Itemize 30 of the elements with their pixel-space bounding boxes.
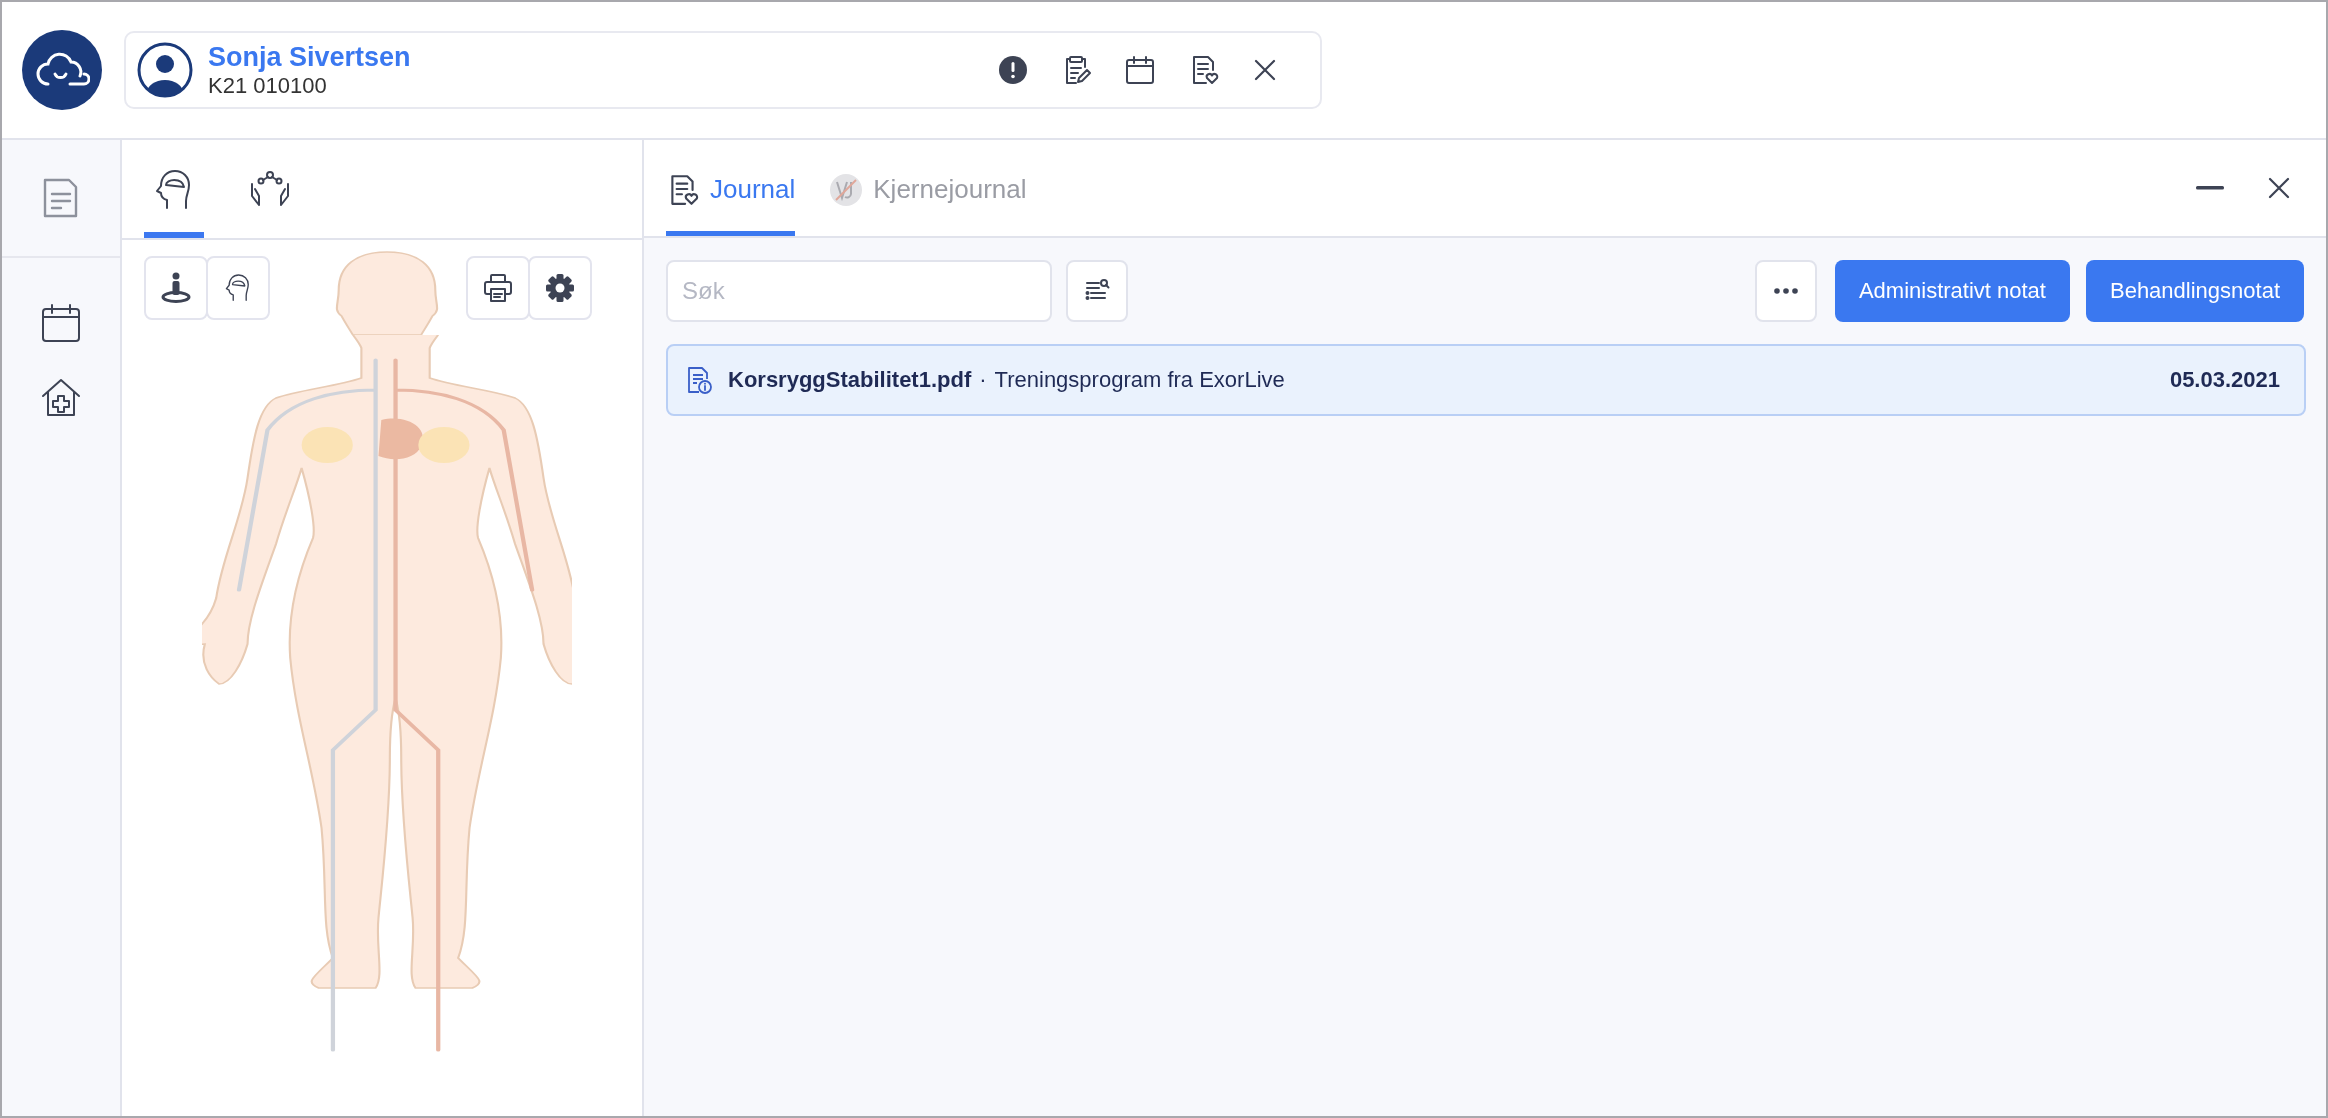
separator-dot: ·: [979, 367, 987, 393]
journal-tab[interactable]: Kjernejournal: [829, 138, 1027, 236]
new-note-button[interactable]: Behandlingsnotat: [2085, 260, 2304, 322]
patient-id: K21 010100: [208, 73, 327, 99]
crossed-badge-icon: [829, 172, 864, 207]
avatar-icon: [136, 41, 194, 99]
print-button[interactable]: [466, 256, 530, 320]
file-name: KorsryggStabilitet1.pdf: [728, 367, 972, 393]
calendar-icon[interactable]: [1124, 54, 1156, 86]
document-date: 05.03.2021: [2169, 367, 2280, 393]
more-icon: [1773, 288, 1798, 294]
minimize-icon[interactable]: [2196, 186, 2224, 190]
document-description: Treningsprogram fra ExorLive: [994, 367, 1285, 393]
head-view-button[interactable]: [206, 256, 270, 320]
standing-figure-button[interactable]: [144, 256, 208, 320]
patient-name: Sonja Sivertsen: [208, 41, 411, 73]
filter-list-button[interactable]: [1066, 260, 1128, 322]
home-health-icon[interactable]: [40, 376, 82, 418]
new-note-button[interactable]: Administrativt notat: [1834, 260, 2070, 322]
close-icon[interactable]: [1252, 57, 1278, 83]
person-ring-icon: [160, 272, 192, 304]
alert-icon[interactable]: [998, 55, 1028, 85]
document-row[interactable]: KorsryggStabilitet1.pdf · Treningsprogram fra ExorLive 05.03.2021: [666, 344, 2306, 416]
search-field[interactable]: Søk: [666, 260, 1052, 322]
printer-icon: [482, 272, 514, 304]
calendar-icon[interactable]: [40, 302, 82, 344]
settings-button[interactable]: [528, 256, 592, 320]
close-icon[interactable]: [2266, 175, 2292, 201]
settings-icon: [545, 273, 575, 303]
journal-tab[interactable]: Journal: [666, 138, 796, 236]
